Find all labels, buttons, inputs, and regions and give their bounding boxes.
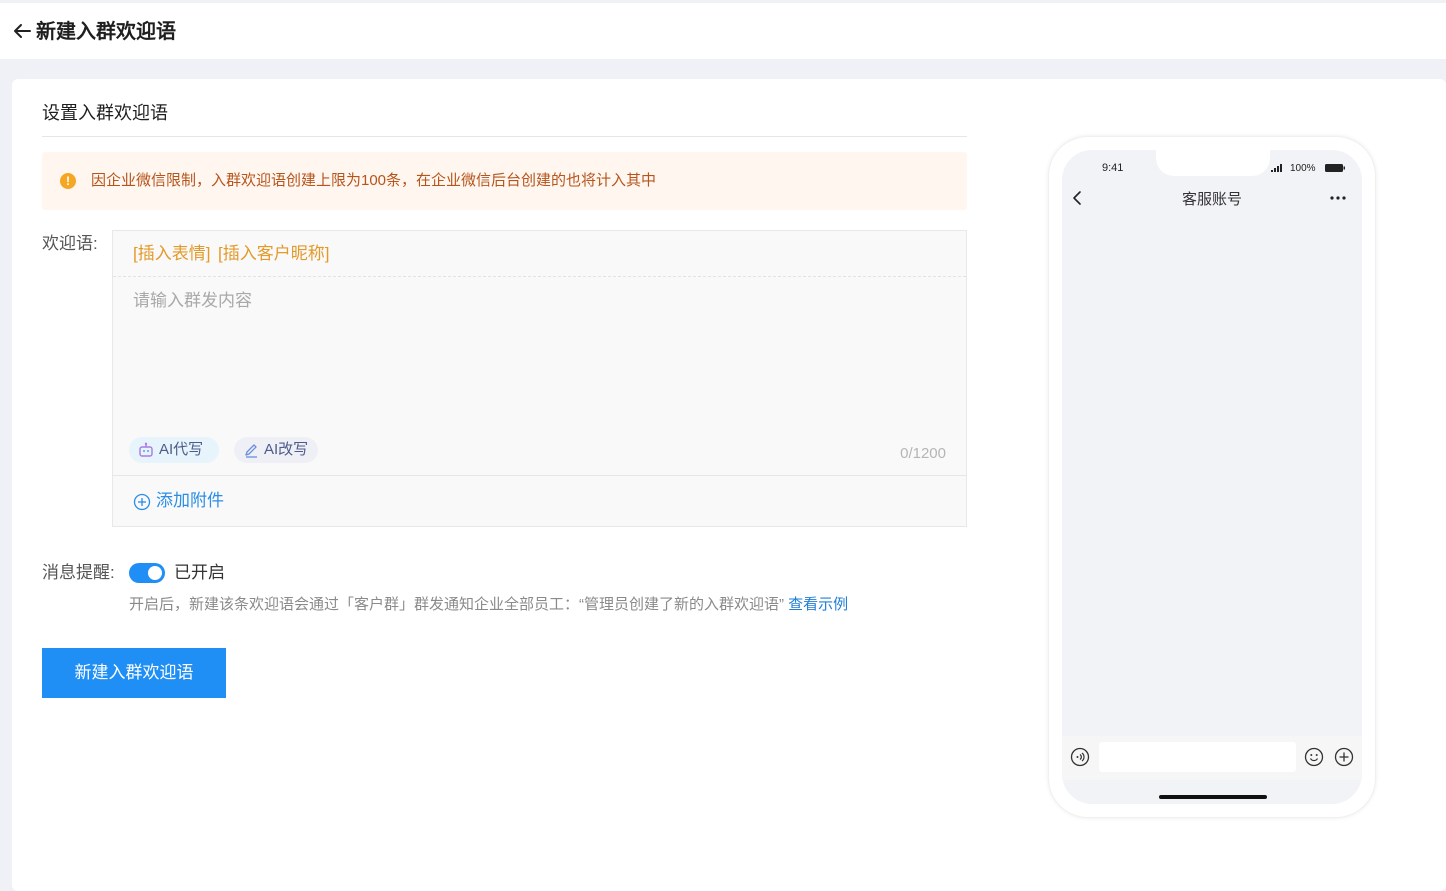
reminder-desc-text: 开启后，新建该条欢迎语会通过「客户群」群发通知企业全部员工：“管理员创建了新的入… — [129, 596, 784, 613]
welcome-label: 欢迎语: — [42, 234, 98, 253]
warning-icon: ! — [60, 173, 76, 189]
more-dots-icon[interactable] — [1328, 192, 1348, 204]
attachment-bar: 添加附件 — [113, 475, 966, 526]
page-title: 新建入群欢迎语 — [36, 21, 176, 43]
welcome-editor: [插入表情] [插入客户昵称] 请输入群发内容 AI代写 AI改写 0/1200 — [112, 230, 967, 527]
reminder-description: 开启后，新建该条欢迎语会通过「客户群」群发通知企业全部员工：“管理员创建了新的入… — [129, 595, 848, 615]
ai-write-label: AI代写 — [159, 441, 204, 458]
emoji-icon[interactable] — [1304, 747, 1324, 767]
top-bar: 新建入群欢迎语 — [0, 0, 1446, 59]
battery-icon — [1325, 164, 1345, 172]
chat-title: 客服账号 — [1181, 191, 1242, 208]
insert-toolbar: [插入表情] [插入客户昵称] — [113, 231, 966, 277]
add-attachment-link[interactable]: 添加附件 — [156, 490, 224, 512]
reminder-status: 已开启 — [174, 563, 225, 582]
add-circle-icon[interactable] — [133, 493, 151, 511]
form-card: 设置入群欢迎语 ! 因企业微信限制，入群欢迎语创建上限为100条，在企业微信后台… — [12, 79, 1446, 891]
limit-notice: ! 因企业微信限制，入群欢迎语创建上限为100条，在企业微信后台创建的也将计入其… — [42, 152, 967, 210]
phone-notch — [1156, 150, 1270, 176]
phone-screen: 9:41 100% 客服账号 — [1062, 150, 1362, 804]
create-welcome-button[interactable]: 新建入群欢迎语 — [42, 648, 226, 698]
phone-preview: 9:41 100% 客服账号 — [1048, 136, 1376, 818]
content-placeholder: 请输入群发内容 — [133, 291, 252, 310]
voice-icon[interactable] — [1070, 747, 1090, 767]
char-count: 0/1200 — [900, 445, 946, 462]
battery-percent: 100% — [1290, 163, 1316, 174]
signal-icon — [1271, 164, 1282, 172]
robot-icon — [139, 442, 153, 457]
reminder-toggle[interactable] — [129, 563, 165, 583]
section-divider — [42, 136, 967, 137]
status-time: 9:41 — [1102, 162, 1124, 174]
chat-message-input[interactable] — [1099, 742, 1296, 772]
back-arrow-icon[interactable] — [10, 19, 34, 43]
section-title: 设置入群欢迎语 — [42, 103, 168, 123]
view-example-link[interactable]: 查看示例 — [788, 596, 848, 613]
insert-emoji-link[interactable]: [插入表情] — [133, 243, 210, 265]
home-indicator — [1159, 795, 1267, 799]
content-textarea[interactable]: 请输入群发内容 — [113, 278, 966, 428]
pen-icon — [245, 444, 257, 458]
notice-text: 因企业微信限制，入群欢迎语创建上限为100条，在企业微信后台创建的也将计入其中 — [91, 172, 657, 189]
insert-nickname-link[interactable]: [插入客户昵称] — [218, 243, 329, 265]
plus-icon[interactable] — [1334, 747, 1354, 767]
ai-write-button[interactable]: AI代写 — [129, 437, 219, 463]
toggle-knob — [148, 566, 162, 580]
reminder-label: 消息提醒: — [42, 563, 115, 582]
ai-rewrite-button[interactable]: AI改写 — [234, 437, 318, 463]
chat-input-bar — [1062, 736, 1362, 780]
ai-rewrite-label: AI改写 — [264, 441, 309, 458]
